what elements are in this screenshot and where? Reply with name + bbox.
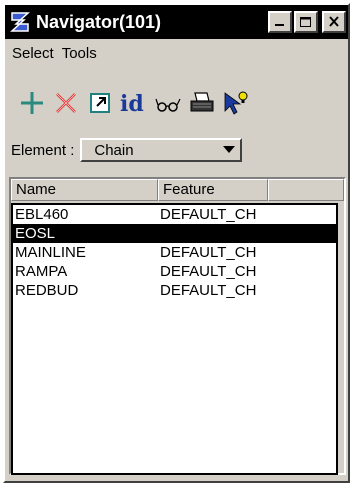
svg-text:id: id bbox=[120, 91, 144, 117]
list-item[interactable]: REDBUD DEFAULT_CH bbox=[13, 281, 336, 300]
row-feature: DEFAULT_CH bbox=[160, 282, 257, 299]
row-name: RAMPA bbox=[15, 263, 68, 280]
row-name: EOSL bbox=[15, 225, 56, 242]
id-icon[interactable]: id bbox=[119, 88, 149, 118]
app-logo-icon bbox=[8, 9, 32, 35]
column-header-name[interactable]: Name bbox=[11, 179, 158, 201]
column-header-empty bbox=[268, 179, 344, 201]
row-name: REDBUD bbox=[15, 282, 79, 299]
menu-bar: Select Tools bbox=[5, 42, 348, 64]
element-row: Element : Chain bbox=[5, 135, 348, 165]
dropdown-arrow-icon[interactable] bbox=[218, 141, 240, 159]
row-name: MAINLINE bbox=[15, 244, 86, 261]
menu-select[interactable]: Select bbox=[9, 45, 59, 62]
list-item-selected[interactable]: EOSL bbox=[13, 224, 336, 243]
minimize-button[interactable] bbox=[268, 11, 292, 33]
column-header-feature[interactable]: Feature bbox=[158, 179, 268, 201]
list-item[interactable]: MAINLINE DEFAULT_CH bbox=[13, 243, 336, 262]
delete-x-icon[interactable] bbox=[51, 88, 81, 118]
list-body[interactable]: EBL460 DEFAULT_CH EOSL MAINLINE DEFAULT_… bbox=[11, 203, 338, 475]
element-select[interactable]: Chain bbox=[80, 138, 243, 162]
window-title: Navigator(101) bbox=[36, 11, 162, 32]
row-feature: DEFAULT_CH bbox=[160, 206, 257, 223]
list-item[interactable]: EBL460 DEFAULT_CH bbox=[13, 205, 336, 224]
list-item[interactable]: RAMPA DEFAULT_CH bbox=[13, 262, 336, 281]
minimize-icon bbox=[275, 24, 284, 26]
chain-list: Name Feature EBL460 DEFAULT_CH EOSL MAIN… bbox=[9, 177, 346, 475]
element-label: Element : bbox=[11, 141, 75, 159]
printer-icon[interactable] bbox=[187, 88, 217, 118]
navigator-window: Navigator(101) Select Tools id Element:… bbox=[3, 3, 350, 483]
close-button[interactable] bbox=[322, 11, 346, 33]
row-name: EBL460 bbox=[15, 206, 69, 223]
close-icon bbox=[329, 16, 339, 27]
maximize-button[interactable] bbox=[294, 11, 318, 33]
list-header: Name Feature bbox=[11, 179, 344, 201]
element-select-value: Chain bbox=[94, 141, 134, 159]
glasses-icon[interactable] bbox=[153, 88, 183, 118]
pointer-bulb-icon[interactable] bbox=[221, 88, 251, 118]
window-arrow-icon[interactable] bbox=[85, 88, 115, 118]
row-feature: DEFAULT_CH bbox=[160, 263, 257, 280]
maximize-icon bbox=[300, 17, 311, 27]
toolbar: id bbox=[5, 83, 348, 123]
menu-tools[interactable]: Tools bbox=[59, 45, 102, 62]
plus-icon[interactable] bbox=[17, 88, 47, 118]
title-bar[interactable]: Navigator(101) bbox=[5, 5, 348, 39]
row-feature: DEFAULT_CH bbox=[160, 244, 257, 261]
